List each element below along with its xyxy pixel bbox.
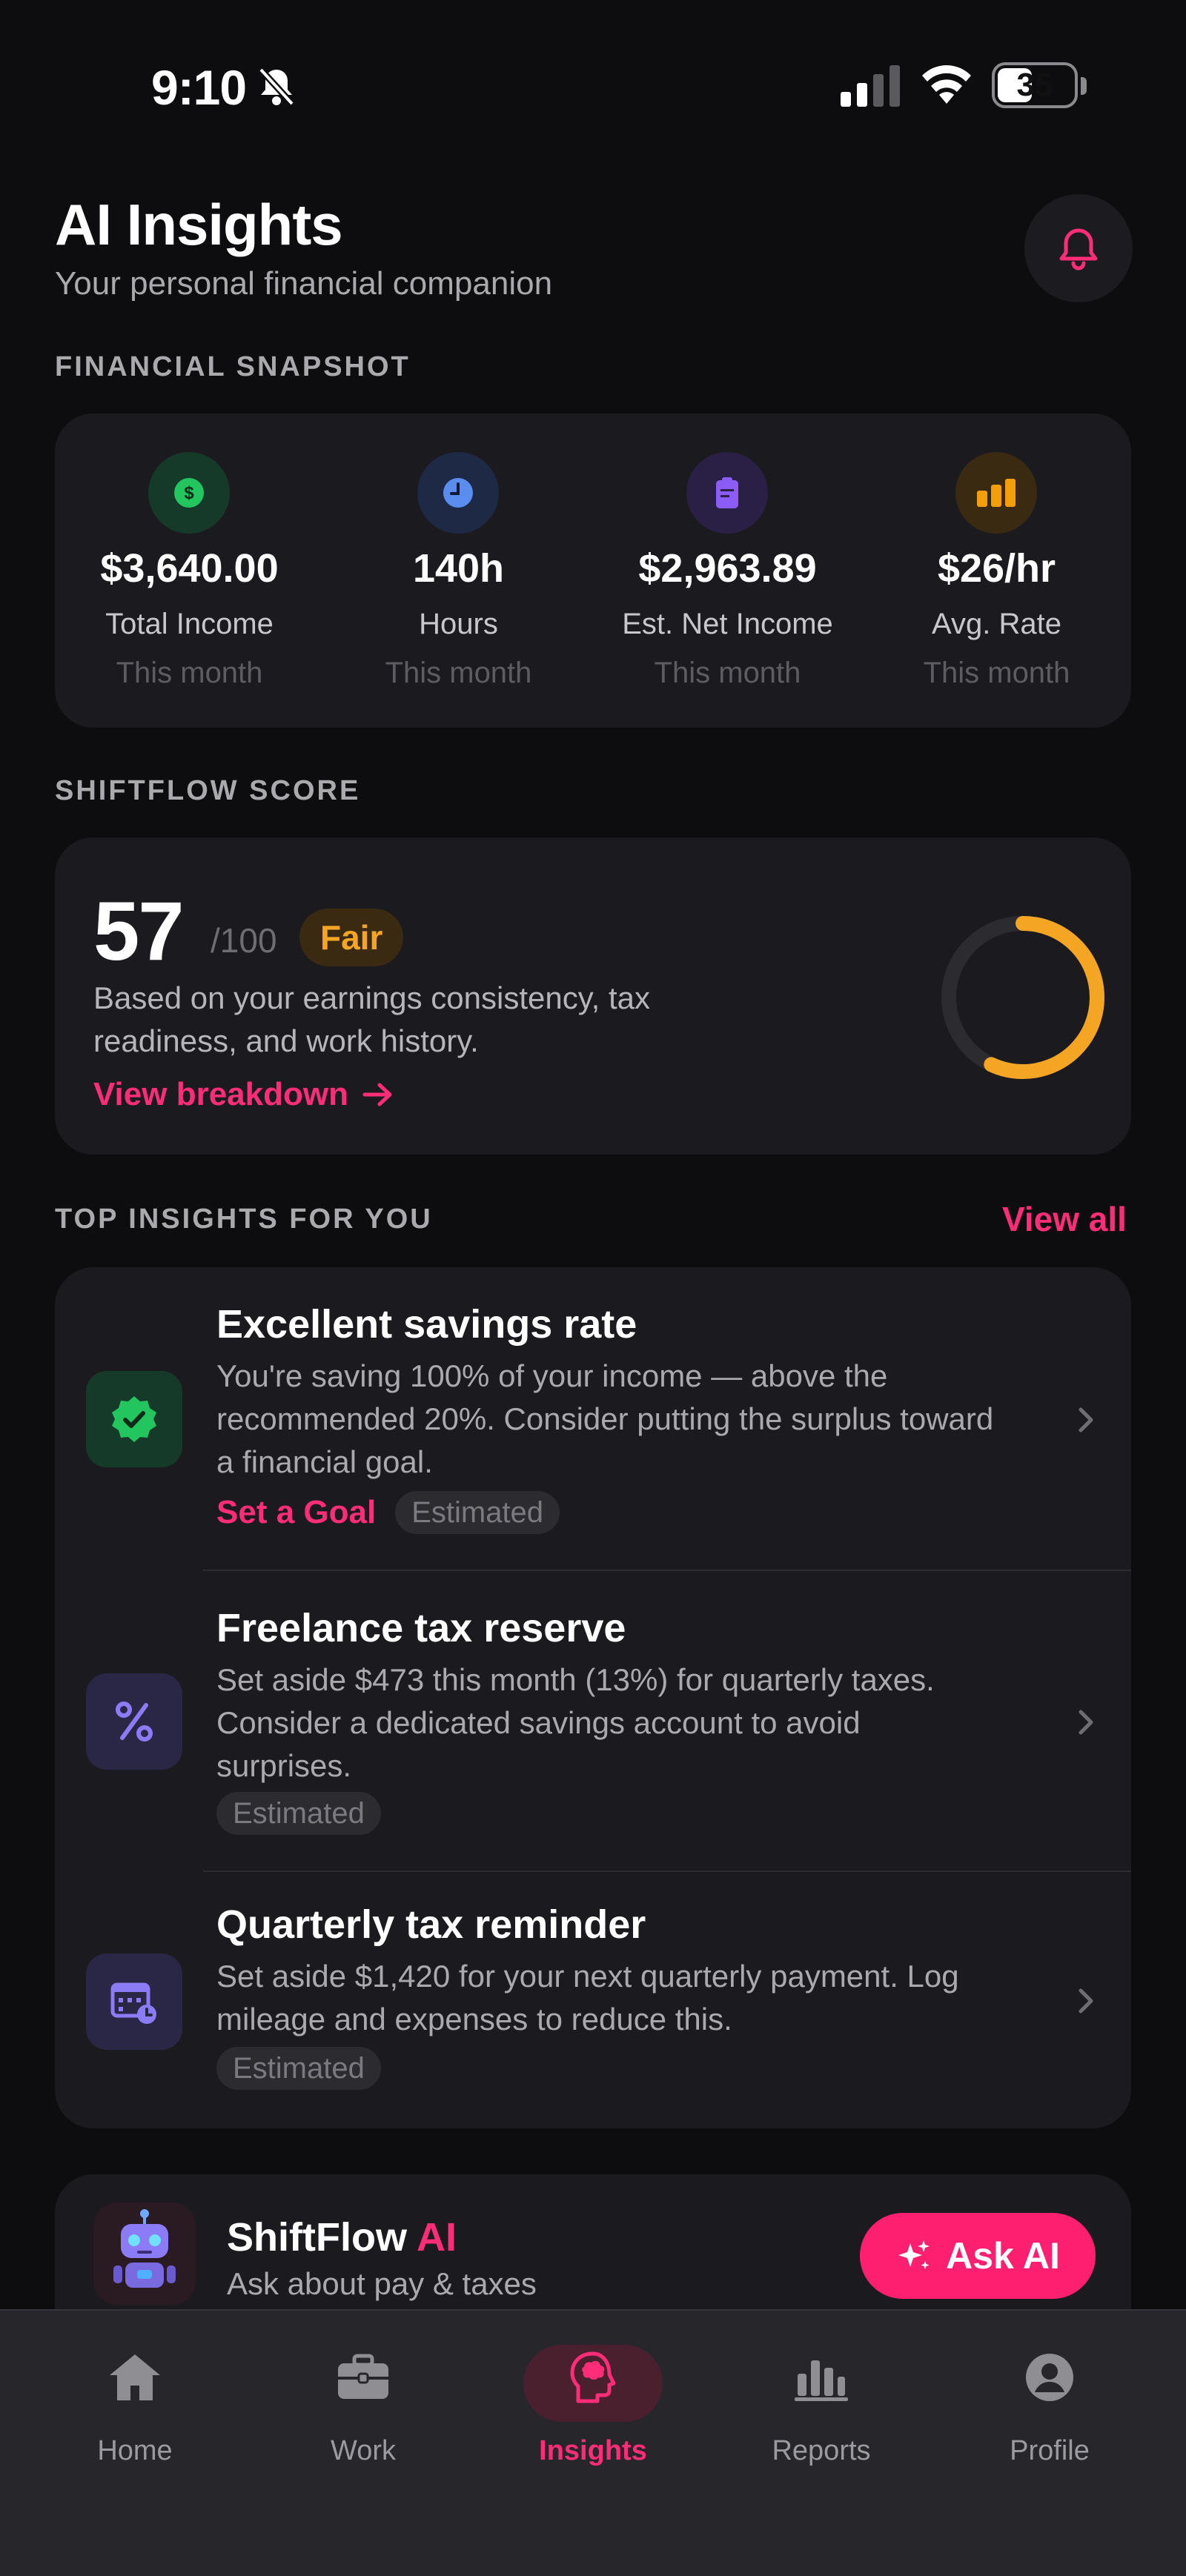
set-goal-link[interactable]: Set a Goal <box>216 1494 376 1531</box>
notifications-button[interactable] <box>1024 194 1133 302</box>
snapshot-avg-rate[interactable]: $26/hr Avg. Rate This month <box>862 414 1131 725</box>
tab-reports[interactable]: Reports <box>703 2311 940 2503</box>
financial-snapshot-card: $ $3,640.00 Total Income This month 140h… <box>55 414 1131 728</box>
calendar-clock-icon <box>86 1953 182 2050</box>
tab-label: Insights <box>539 2435 647 2466</box>
brain-icon <box>557 2342 629 2413</box>
snapshot-value: $2,963.89 <box>638 546 817 591</box>
insight-title: Quarterly tax reminder <box>216 1902 646 1947</box>
estimated-tag: Estimated <box>395 1491 560 1534</box>
battery-icon: 35 <box>992 62 1078 108</box>
insights-section-label: TOP INSIGHTS FOR YOU <box>55 1204 433 1235</box>
battery-level: 35 <box>1016 67 1053 103</box>
chevron-right-icon <box>1079 1407 1093 1433</box>
snapshot-period: This month <box>116 657 263 689</box>
insight-title: Excellent savings rate <box>216 1302 637 1347</box>
score-max: /100 <box>211 921 277 960</box>
estimated-tag: Estimated <box>216 1792 381 1835</box>
wifi-icon <box>922 65 971 104</box>
snapshot-section-label: FINANCIAL SNAPSHOT <box>55 351 411 382</box>
snapshot-value: 140h <box>412 546 505 591</box>
snapshot-period: This month <box>654 657 801 689</box>
tab-label: Profile <box>1010 2435 1090 2466</box>
snapshot-period: This month <box>385 657 532 689</box>
robot-avatar-icon <box>93 2202 196 2305</box>
silent-mode-icon <box>258 67 295 107</box>
tab-label: Work <box>331 2435 396 2466</box>
snapshot-value: $26/hr <box>937 546 1056 591</box>
score-rating-badge: Fair <box>299 909 404 966</box>
percent-icon <box>86 1673 182 1770</box>
score-description: Based on your earnings consistency, tax … <box>93 980 650 1058</box>
ai-banner-title: ShiftFlow AI <box>227 2215 457 2260</box>
snapshot-label: Total Income <box>105 608 274 640</box>
profile-icon <box>1014 2342 1085 2413</box>
tab-home[interactable]: Home <box>16 2311 254 2503</box>
insight-item-savings[interactable]: Excellent savings rate You're saving 100… <box>55 1267 1131 1570</box>
tab-insights[interactable]: Insights <box>474 2311 712 2503</box>
chevron-right-icon <box>1079 1710 1093 1735</box>
tab-label: Reports <box>772 2435 871 2466</box>
sparkles-icon <box>898 2240 930 2269</box>
score-section-label: SHIFTFLOW SCORE <box>55 775 361 806</box>
insight-title: Freelance tax reserve <box>216 1606 626 1650</box>
dollar-icon: $ <box>148 452 230 534</box>
snapshot-label: Hours <box>419 608 498 640</box>
tab-label: Home <box>97 2435 173 2466</box>
snapshot-value: $3,640.00 <box>100 546 279 591</box>
snapshot-label: Avg. Rate <box>932 608 1061 640</box>
briefcase-icon <box>328 2342 399 2413</box>
bell-icon <box>1059 228 1098 270</box>
view-breakdown-link[interactable]: View breakdown <box>93 1076 394 1113</box>
insights-list-card: Excellent savings rate You're saving 100… <box>55 1267 1131 2128</box>
verified-badge-icon <box>86 1371 182 1467</box>
view-breakdown-label: View breakdown <box>93 1076 348 1112</box>
snapshot-label: Est. Net Income <box>622 608 833 640</box>
cellular-signal-icon <box>841 65 900 107</box>
insight-item-tax-reserve[interactable]: Freelance tax reserve Set aside $473 thi… <box>55 1571 1131 1872</box>
clock-icon <box>417 452 499 534</box>
estimated-tag: Estimated <box>216 2047 381 2090</box>
snapshot-period: This month <box>923 657 1070 689</box>
status-bar: 9:10 35 <box>0 0 1186 170</box>
home-icon <box>99 2342 170 2413</box>
snapshot-hours[interactable]: 140h Hours This month <box>324 414 593 725</box>
score-value: 57 <box>93 885 185 977</box>
ask-ai-label: Ask AI <box>946 2235 1060 2277</box>
score-progress-ring <box>941 916 1104 1079</box>
chevron-right-icon <box>1079 1988 1093 2014</box>
arrow-right-icon <box>362 1083 392 1106</box>
tab-profile[interactable]: Profile <box>931 2311 1168 2503</box>
insight-text: You're saving 100% of your income — abov… <box>216 1358 994 1479</box>
page-title: AI Insights <box>55 192 343 257</box>
bar-chart-icon <box>786 2342 857 2413</box>
insight-item-quarterly-reminder[interactable]: Quarterly tax reminder Set aside $1,420 … <box>55 1872 1131 2128</box>
ask-ai-button[interactable]: Ask AI <box>860 2213 1096 2299</box>
tab-work[interactable]: Work <box>245 2311 482 2503</box>
insight-text: Set aside $1,420 for your next quarterly… <box>216 1959 959 2036</box>
snapshot-total-income[interactable]: $ $3,640.00 Total Income This month <box>55 414 324 725</box>
view-all-link[interactable]: View all <box>1002 1199 1127 1239</box>
bar-chart-icon <box>955 452 1037 534</box>
clipboard-icon <box>686 452 768 534</box>
shiftflow-score-card: 57 /100 Fair Based on your earnings cons… <box>55 837 1131 1155</box>
bottom-tab-bar: Home Work Insights Reports Profile <box>0 2309 1186 2576</box>
insight-text: Set aside $473 this month (13%) for quar… <box>216 1662 935 1783</box>
ai-banner-subtitle: Ask about pay & taxes <box>227 2266 537 2301</box>
svg-text:$: $ <box>184 483 194 503</box>
snapshot-net-income[interactable]: $2,963.89 Est. Net Income This month <box>593 414 862 725</box>
status-time: 9:10 <box>151 60 247 115</box>
page-subtitle: Your personal financial companion <box>55 265 553 302</box>
